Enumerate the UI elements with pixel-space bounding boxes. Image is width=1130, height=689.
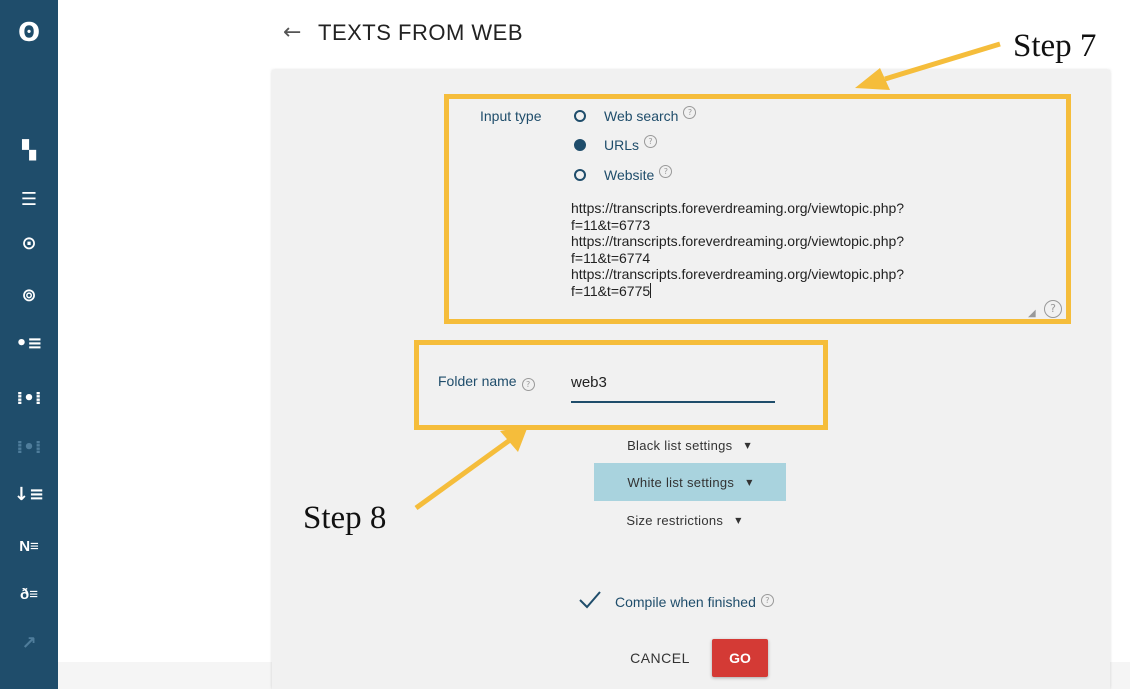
step8-label: Step 8 [303,500,387,536]
step8-arrow-icon [414,437,512,511]
step7-arrow-icon [884,41,1001,82]
step8-arrowhead-icon [500,426,528,452]
annotation-arrows [414,41,1001,511]
step7-label: Step 7 [1013,28,1097,64]
step7-arrowhead-icon [855,68,890,90]
